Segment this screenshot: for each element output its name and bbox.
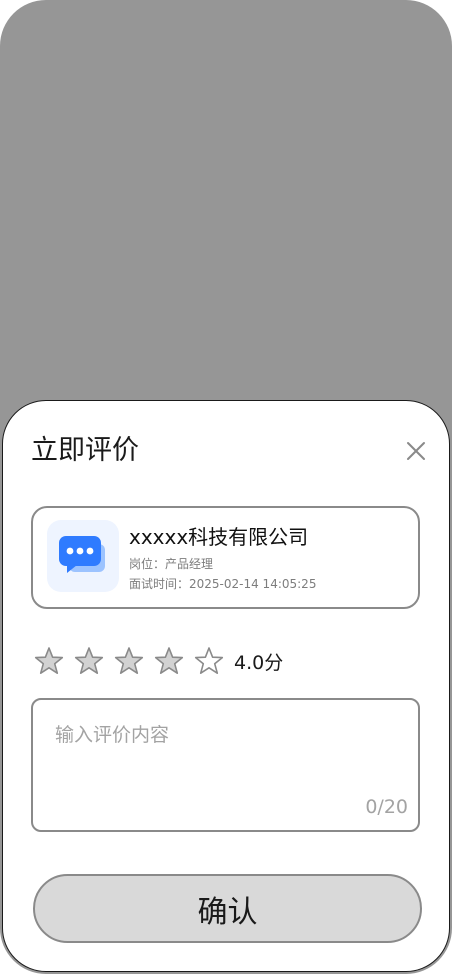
chat-bubble-icon [59,536,105,573]
star-icon [114,647,144,674]
star-icon [154,647,184,674]
job-position: 岗位：产品经理 [129,557,214,571]
star-1[interactable] [33,645,65,677]
star-4[interactable] [153,645,185,677]
sheet-title: 立即评价 [31,435,139,466]
rating-bottom-sheet: 立即评价 xxxxx科技有限公司 岗位：产品经理 面试时间：2025-02-14… [2,400,450,972]
star-5[interactable] [193,645,225,677]
star-icon [34,647,64,674]
company-card: xxxxx科技有限公司 岗位：产品经理 面试时间：2025-02-14 14:0… [31,506,420,609]
star-2[interactable] [73,645,105,677]
star-rating: 4.0分 [33,644,283,678]
close-icon [407,442,425,460]
company-name: xxxxx科技有限公司 [129,525,309,549]
char-counter: 0/20 [365,796,408,818]
star-outline-icon [194,647,224,674]
star-icon [74,647,104,674]
screen: 立即评价 xxxxx科技有限公司 岗位：产品经理 面试时间：2025-02-14… [0,0,452,974]
confirm-button[interactable]: 确认 [33,874,422,943]
comment-box: 0/20 [31,698,420,832]
rating-score: 4.0分 [234,651,284,674]
comment-input[interactable] [55,720,395,790]
star-3[interactable] [113,645,145,677]
close-button[interactable] [401,436,431,466]
company-logo [47,520,119,592]
interview-time: 面试时间：2025-02-14 14:05:25 [129,577,317,591]
